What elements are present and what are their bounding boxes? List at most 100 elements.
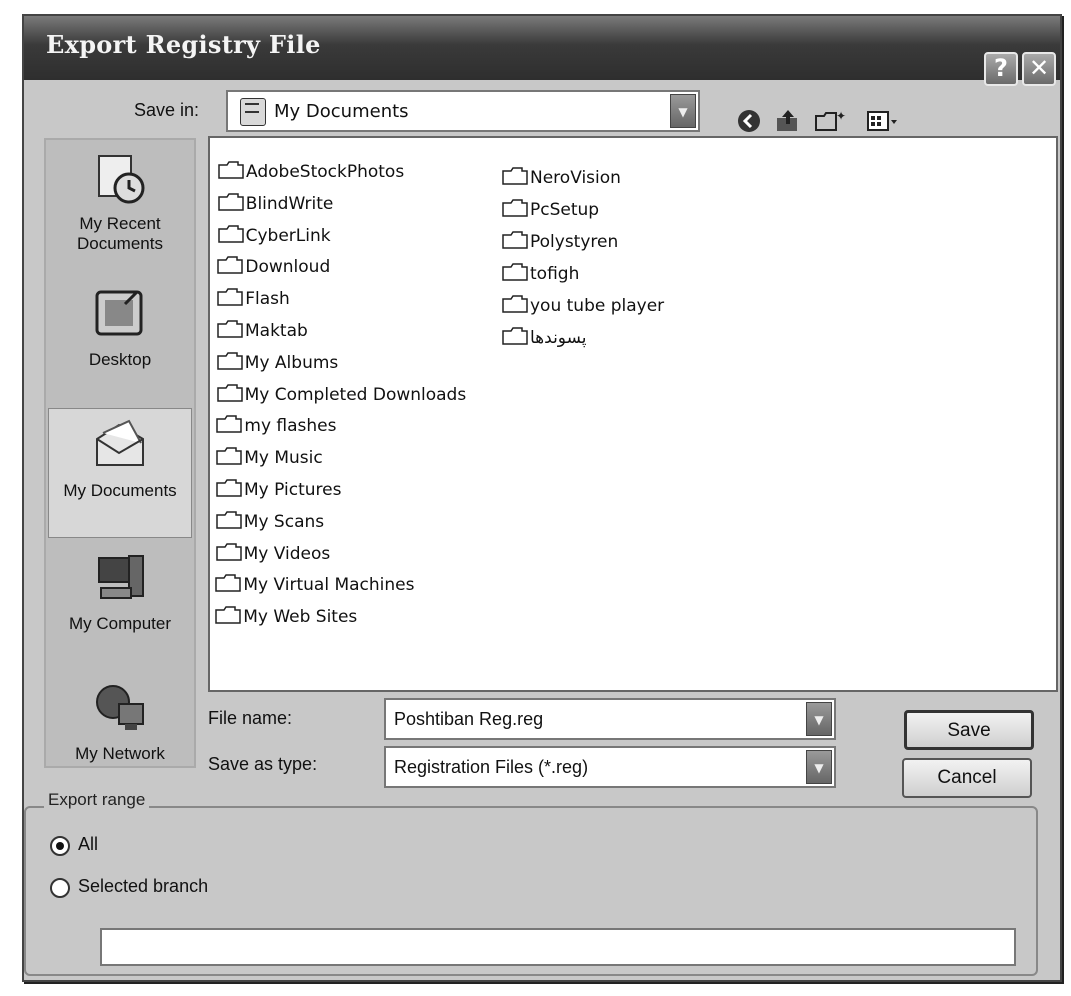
export-all-radio[interactable] — [50, 836, 70, 856]
close-button[interactable]: ✕ — [1022, 52, 1056, 86]
place-my-documents[interactable]: My Documents — [48, 408, 192, 538]
folder-icon — [502, 327, 528, 345]
file-item-label: NeroVision — [530, 168, 621, 188]
folder-icon — [502, 231, 528, 249]
file-item[interactable]: my flashes — [216, 415, 337, 437]
file-item-label: BlindWrite — [245, 193, 334, 214]
folder-icon — [215, 574, 242, 593]
place-label: My Computer — [68, 614, 172, 633]
file-name-value: Poshtiban Reg.reg — [394, 709, 544, 729]
place-desktop[interactable]: Desktop — [48, 286, 192, 370]
folder-icon — [218, 161, 244, 179]
folder-icon — [217, 320, 243, 338]
folder-icon — [502, 263, 528, 281]
save-in-value: My Documents — [274, 101, 409, 122]
file-item[interactable]: My Videos — [215, 542, 331, 564]
selected-branch-input[interactable] — [100, 928, 1016, 966]
file-name-input[interactable]: Poshtiban Reg.reg ▼ — [384, 698, 836, 740]
file-item[interactable]: Polystyren — [502, 231, 619, 252]
file-item[interactable]: My Scans — [216, 511, 325, 532]
file-item-label: CyberLink — [245, 225, 331, 246]
file-item-label: my flashes — [244, 416, 337, 437]
place-label: My Documents — [63, 481, 177, 500]
title-bar[interactable]: Export Registry File ? ✕ — [24, 16, 1060, 86]
file-item-label: Maktab — [245, 321, 308, 341]
file-item-label: AdobeStockPhotos — [246, 162, 405, 182]
save-in-label: Save in: — [134, 100, 200, 120]
file-list[interactable]: AdobeStockPhotos BlindWrite CyberLink Downl… — [208, 136, 1058, 692]
file-item[interactable]: PcSetup — [502, 199, 600, 220]
file-item-label: PcSetup — [530, 200, 600, 220]
file-item-label: My Web Sites — [243, 607, 358, 628]
cancel-button[interactable]: Cancel — [902, 758, 1032, 798]
folder-icon — [502, 199, 528, 217]
file-item[interactable]: Maktab — [217, 320, 308, 341]
save-as-type-value: Registration Files (*.reg) — [394, 757, 589, 777]
file-item[interactable]: My Albums — [217, 352, 339, 373]
save-as-type-select[interactable]: Registration Files (*.reg) ▼ — [384, 746, 836, 788]
selected-branch-radio[interactable] — [50, 878, 70, 898]
file-item[interactable]: پسوندها — [502, 327, 587, 348]
my-network-icon — [91, 680, 149, 738]
folder-icon — [217, 352, 243, 370]
file-item[interactable]: My Completed Downloads — [216, 383, 467, 405]
folder-icon — [217, 288, 243, 306]
file-item-label: My Completed Downloads — [244, 384, 467, 405]
folder-icon — [216, 383, 243, 402]
file-item[interactable]: tofigh — [502, 263, 580, 284]
file-item[interactable]: My Virtual Machines — [215, 574, 415, 596]
file-item-label: My Pictures — [244, 480, 342, 500]
export-range-legend: Export range — [44, 790, 150, 810]
folder-icon — [216, 415, 243, 434]
file-item[interactable]: My Pictures — [216, 479, 342, 500]
file-item-label: Polystyren — [530, 232, 619, 252]
place-label: My Recent Documents — [77, 214, 163, 253]
file-item[interactable]: My Web Sites — [215, 606, 358, 628]
file-item[interactable]: NeroVision — [502, 167, 621, 188]
file-item[interactable]: Downloud — [217, 256, 331, 278]
file-item[interactable]: My Music — [216, 447, 323, 469]
file-item-label: Flash — [245, 289, 290, 310]
my-documents-icon — [91, 417, 149, 475]
place-my-network[interactable]: My Network — [48, 680, 192, 764]
file-item-label: My Virtual Machines — [243, 575, 415, 596]
help-button[interactable]: ? — [984, 52, 1018, 86]
folder-icon — [217, 256, 244, 275]
chevron-down-icon[interactable]: ▼ — [806, 702, 832, 736]
folder-icon — [218, 193, 244, 211]
file-item[interactable]: AdobeStockPhotos — [218, 161, 405, 182]
chevron-down-icon[interactable]: ▼ — [806, 750, 832, 784]
file-item[interactable]: you tube player — [502, 295, 664, 316]
export-all-label[interactable]: All — [78, 834, 98, 855]
folder-icon — [502, 167, 528, 185]
file-item[interactable]: CyberLink — [217, 224, 331, 246]
place-my-computer[interactable]: My Computer — [48, 550, 192, 634]
save-as-type-label: Save as type: — [208, 754, 318, 774]
folder-icon — [216, 511, 242, 529]
file-item-label: My Music — [244, 448, 323, 469]
window-title: Export Registry File — [46, 30, 321, 59]
chevron-down-icon[interactable]: ▼ — [670, 94, 696, 128]
save-button[interactable]: Save — [904, 710, 1034, 750]
my-documents-small-icon — [240, 98, 266, 126]
selected-branch-label[interactable]: Selected branch — [78, 876, 208, 897]
save-in-combo[interactable]: My Documents ▼ — [226, 90, 700, 132]
file-item-label: My Albums — [244, 352, 339, 373]
folder-icon — [502, 295, 528, 313]
file-item-label: My Scans — [243, 511, 325, 532]
file-item-label: My Videos — [243, 543, 331, 564]
file-item-label: tofigh — [530, 264, 580, 284]
place-label: My Network — [75, 744, 165, 763]
file-item[interactable]: Flash — [217, 288, 290, 310]
place-label: Desktop — [88, 350, 152, 369]
file-name-label: File name: — [208, 708, 293, 728]
place-my-recent-documents[interactable]: My Recent Documents — [48, 150, 192, 254]
file-item[interactable]: BlindWrite — [218, 193, 334, 214]
folder-icon — [217, 224, 244, 243]
my-computer-icon — [91, 550, 149, 608]
svg-text:✦: ✦ — [836, 109, 846, 123]
file-item-label: Downloud — [245, 257, 331, 278]
desktop-icon — [91, 286, 149, 344]
file-item-label: پسوندها — [530, 328, 587, 348]
folder-icon — [215, 606, 241, 624]
